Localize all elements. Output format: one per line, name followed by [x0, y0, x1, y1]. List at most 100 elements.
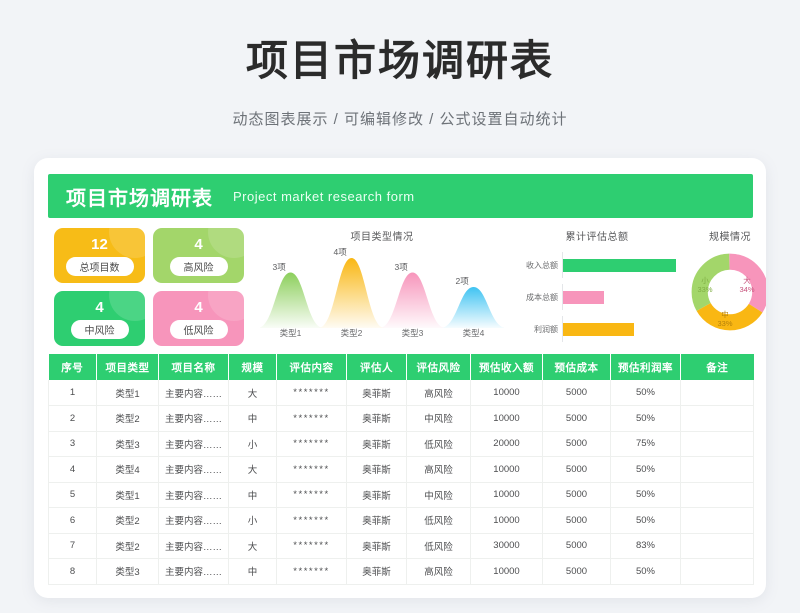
table-header-3[interactable]: 规模 [228, 354, 277, 380]
table-cell[interactable]: 中 [228, 482, 277, 508]
table-cell[interactable]: 4 [48, 456, 97, 483]
table-cell[interactable]: 主要内容…… [158, 405, 229, 432]
table-cell[interactable]: 奥菲斯 [346, 533, 407, 559]
table-cell[interactable]: 中 [228, 405, 277, 432]
table-cell[interactable]: 5000 [542, 380, 611, 406]
table-cell[interactable]: ******* [276, 507, 347, 534]
table-cell[interactable]: ******* [276, 405, 347, 432]
table-cell[interactable]: 主要内容…… [158, 456, 229, 483]
table-cell[interactable]: 中 [228, 558, 277, 585]
table-header-0[interactable]: 序号 [48, 354, 97, 380]
table-header-8[interactable]: 预估成本 [542, 354, 611, 380]
table-cell[interactable]: 50% [610, 482, 681, 508]
table-cell[interactable]: 大 [228, 380, 277, 406]
table-cell[interactable]: 类型1 [96, 380, 159, 406]
table-cell[interactable]: 10000 [470, 380, 543, 406]
table-cell[interactable]: 大 [228, 533, 277, 559]
table-cell[interactable]: 类型4 [96, 456, 159, 483]
table-cell[interactable]: 5000 [542, 431, 611, 457]
table-cell[interactable]: 5000 [542, 456, 611, 483]
table-row[interactable]: 1 类型1 主要内容…… 大 ******* 奥菲斯 高风险 10000 5000 50% [48, 380, 754, 406]
table-cell[interactable] [680, 558, 754, 585]
table-cell[interactable]: 小 [228, 431, 277, 457]
table-cell[interactable]: 低风险 [406, 431, 471, 457]
table-cell[interactable]: 1 [48, 380, 97, 406]
table-cell[interactable]: 10000 [470, 507, 543, 534]
table-cell[interactable]: 50% [610, 405, 681, 432]
table-cell[interactable]: ******* [276, 558, 347, 585]
table-cell[interactable]: 高风险 [406, 558, 471, 585]
table-cell[interactable]: ******* [276, 533, 347, 559]
table-header-1[interactable]: 项目类型 [96, 354, 159, 380]
table-cell[interactable]: 低风险 [406, 507, 471, 534]
table-header-7[interactable]: 预估收入额 [470, 354, 543, 380]
table-row[interactable]: 6 类型2 主要内容…… 小 ******* 奥菲斯 低风险 10000 5000 50% [48, 507, 754, 534]
table-cell[interactable] [680, 456, 754, 483]
table-cell[interactable]: 高风险 [406, 456, 471, 483]
table-header-9[interactable]: 预估利润率 [610, 354, 681, 380]
table-cell[interactable]: 10000 [470, 482, 543, 508]
table-cell[interactable]: 中风险 [406, 482, 471, 508]
kpi-card-1[interactable]: 4 高风险 [153, 228, 244, 283]
table-row[interactable]: 2 类型2 主要内容…… 中 ******* 奥菲斯 中风险 10000 5000 50% [48, 405, 754, 432]
table-cell[interactable]: 50% [610, 507, 681, 534]
table-header-6[interactable]: 评估风险 [406, 354, 471, 380]
table-cell[interactable]: 10000 [470, 456, 543, 483]
kpi-card-0[interactable]: 12 总项目数 [54, 228, 145, 283]
table-cell[interactable]: 小 [228, 507, 277, 534]
table-cell[interactable] [680, 431, 754, 457]
table-cell[interactable]: ******* [276, 456, 347, 483]
kpi-card-2[interactable]: 4 中风险 [54, 291, 145, 346]
table-cell[interactable]: 奥菲斯 [346, 507, 407, 534]
table-cell[interactable] [680, 380, 754, 406]
table-cell[interactable]: 50% [610, 558, 681, 585]
table-cell[interactable]: 5000 [542, 558, 611, 585]
table-cell[interactable]: 主要内容…… [158, 558, 229, 585]
table-cell[interactable]: 5000 [542, 507, 611, 534]
table-cell[interactable]: 83% [610, 533, 681, 559]
table-cell[interactable]: 主要内容…… [158, 431, 229, 457]
table-cell[interactable] [680, 533, 754, 559]
table-cell[interactable]: 中风险 [406, 405, 471, 432]
table-cell[interactable]: 奥菲斯 [346, 380, 407, 406]
table-cell[interactable] [680, 482, 754, 508]
table-cell[interactable]: 5000 [542, 482, 611, 508]
table-cell[interactable]: 50% [610, 380, 681, 406]
table-cell[interactable]: ******* [276, 380, 347, 406]
table-cell[interactable]: 5000 [542, 405, 611, 432]
table-row[interactable]: 5 类型1 主要内容…… 中 ******* 奥菲斯 中风险 10000 5000 50% [48, 482, 754, 508]
table-cell[interactable]: 奥菲斯 [346, 456, 407, 483]
table-cell[interactable]: 类型3 [96, 558, 159, 585]
table-cell[interactable]: 类型2 [96, 405, 159, 432]
table-cell[interactable]: 10000 [470, 558, 543, 585]
table-header-5[interactable]: 评估人 [346, 354, 407, 380]
table-cell[interactable]: 30000 [470, 533, 543, 559]
table-cell[interactable]: 类型1 [96, 482, 159, 508]
kpi-card-3[interactable]: 4 低风险 [153, 291, 244, 346]
table-cell[interactable]: 类型2 [96, 533, 159, 559]
table-cell[interactable]: 主要内容…… [158, 380, 229, 406]
table-row[interactable]: 4 类型4 主要内容…… 大 ******* 奥菲斯 高风险 10000 5000 50% [48, 456, 754, 483]
table-cell[interactable]: 2 [48, 405, 97, 432]
table-cell[interactable]: 主要内容…… [158, 533, 229, 559]
table-cell[interactable]: 大 [228, 456, 277, 483]
table-row[interactable]: 3 类型3 主要内容…… 小 ******* 奥菲斯 低风险 20000 5000 75% [48, 431, 754, 457]
table-row[interactable]: 8 类型3 主要内容…… 中 ******* 奥菲斯 高风险 10000 5000 50% [48, 558, 754, 585]
table-cell[interactable]: 10000 [470, 405, 543, 432]
table-row[interactable]: 7 类型2 主要内容…… 大 ******* 奥菲斯 低风险 30000 5000 83% [48, 533, 754, 559]
table-cell[interactable] [680, 405, 754, 432]
table-cell[interactable]: 3 [48, 431, 97, 457]
table-header-2[interactable]: 项目名称 [158, 354, 229, 380]
table-cell[interactable]: ******* [276, 431, 347, 457]
table-cell[interactable]: 类型2 [96, 507, 159, 534]
table-cell[interactable]: 奥菲斯 [346, 482, 407, 508]
table-cell[interactable]: 7 [48, 533, 97, 559]
table-cell[interactable]: 8 [48, 558, 97, 585]
table-cell[interactable]: 5000 [542, 533, 611, 559]
table-cell[interactable]: 奥菲斯 [346, 558, 407, 585]
table-cell[interactable]: 6 [48, 507, 97, 534]
table-cell[interactable]: 类型3 [96, 431, 159, 457]
table-cell[interactable]: ******* [276, 482, 347, 508]
research-table[interactable]: 序号 项目类型 项目名称 规模 评估内容 评估人 评估风险 预估收入额 预估成本 预估利润率 备注 … [48, 354, 754, 585]
table-cell[interactable]: 20000 [470, 431, 543, 457]
